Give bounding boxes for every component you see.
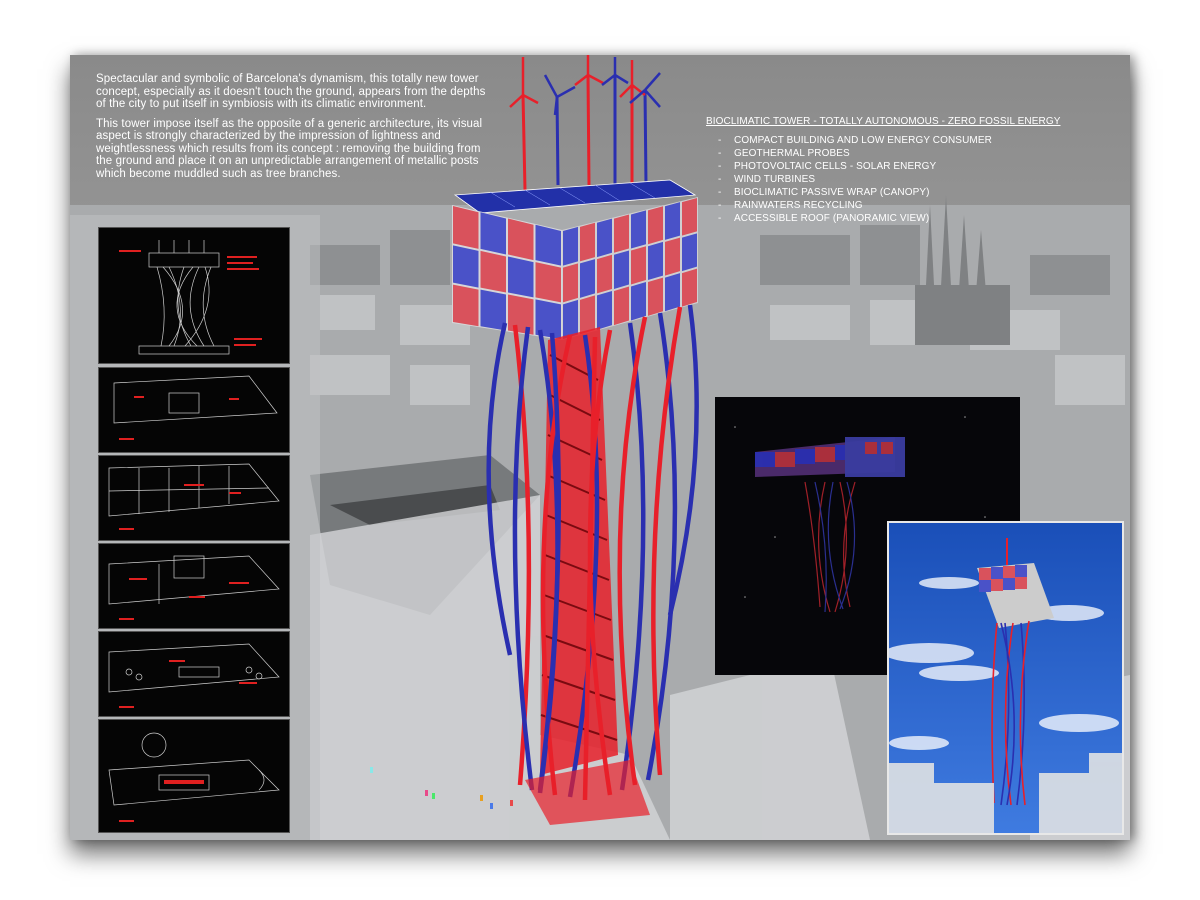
facade-panel xyxy=(508,218,534,261)
facade-panel xyxy=(631,246,646,285)
facade-panel xyxy=(597,218,612,258)
facade-panel xyxy=(648,206,663,245)
facade-panel xyxy=(580,222,595,262)
facade-panel xyxy=(480,289,506,331)
facade-panel xyxy=(682,198,697,236)
facade-panel xyxy=(480,250,506,293)
facade-panel xyxy=(597,254,612,294)
facade-panel xyxy=(580,259,595,298)
facade-panel xyxy=(614,286,629,326)
facade-panel xyxy=(563,263,578,303)
facade-panel xyxy=(597,290,612,330)
facade-panel xyxy=(665,237,680,276)
tower-render xyxy=(370,55,699,825)
facade-panel xyxy=(508,256,534,298)
facade-panel xyxy=(614,250,629,289)
facade-panel xyxy=(682,268,697,307)
facade-panel xyxy=(535,224,561,266)
facade-panel xyxy=(648,241,663,281)
facade-panel xyxy=(580,295,595,335)
facade-panel xyxy=(453,284,479,327)
facade-panel xyxy=(631,282,646,321)
people xyxy=(370,767,513,809)
facade-panel xyxy=(665,273,680,312)
facade-panel xyxy=(631,210,646,249)
wind-turbines xyxy=(509,55,661,191)
facade-panel xyxy=(563,226,578,266)
facade-panel xyxy=(665,202,680,240)
facade-panel xyxy=(453,245,479,288)
facade-panel xyxy=(682,233,697,272)
facade-panel xyxy=(453,206,479,249)
facade-panel xyxy=(614,214,629,253)
facade-panel xyxy=(535,262,561,303)
presentation-board: Spectacular and symbolic of Barcelona's … xyxy=(70,55,1130,840)
facade-panel xyxy=(480,212,506,255)
facade-panel xyxy=(648,277,663,316)
